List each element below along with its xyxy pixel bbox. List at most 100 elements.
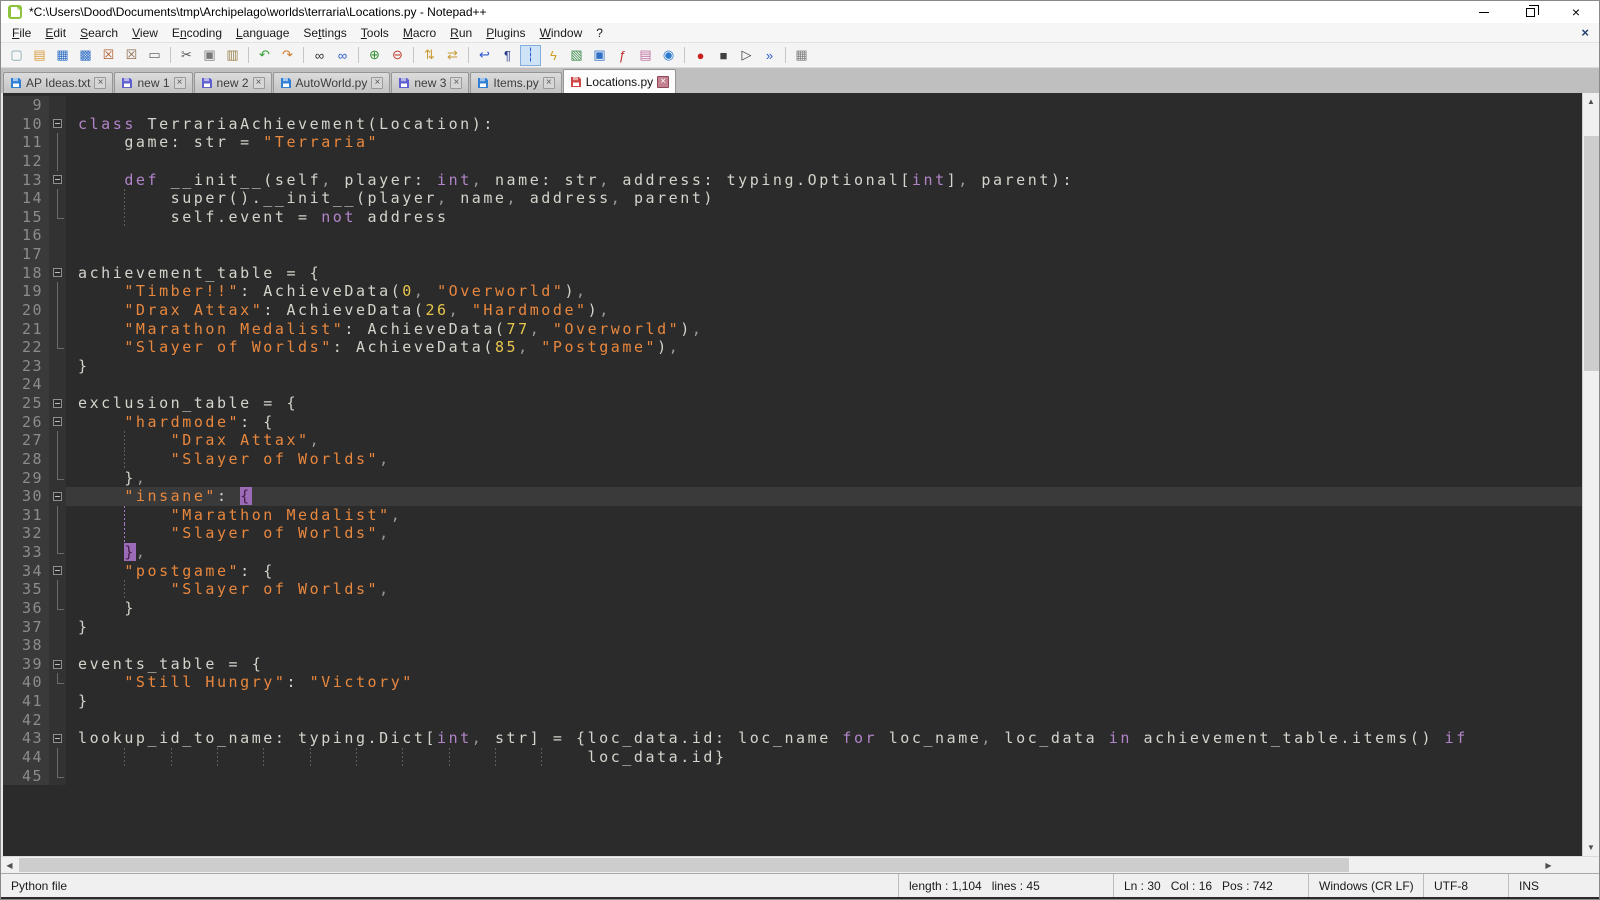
menu-settings[interactable]: Settings (296, 24, 353, 42)
code-line-37[interactable]: 37} (3, 618, 1582, 637)
menubar-close-document-icon[interactable]: × (1581, 25, 1589, 40)
save-all-icon[interactable]: ▩ (75, 45, 96, 66)
sync-vertical-scrolling-icon[interactable]: ⇅ (419, 45, 440, 66)
menu-plugins[interactable]: Plugins (479, 24, 532, 42)
code-line-12[interactable]: 12 (3, 152, 1582, 171)
code-line-31[interactable]: 31 "Marathon Medalist", (3, 506, 1582, 525)
print-icon[interactable]: ▭ (144, 45, 165, 66)
tab-close-icon[interactable]: × (450, 77, 462, 89)
open-file-icon[interactable]: ▤ (29, 45, 50, 66)
close-button[interactable]: × (1553, 1, 1599, 23)
code-line-41[interactable]: 41} (3, 692, 1582, 711)
code-line-30[interactable]: 30 "insane": { (3, 487, 1582, 506)
horizontal-scrollbar[interactable]: ◀ ▶ (1, 856, 1599, 873)
close-document-icon[interactable]: ☒ (98, 45, 119, 66)
tab-locations-py[interactable]: Locations.py× (563, 69, 676, 93)
code-line-21[interactable]: 21 "Marathon Medalist": AchieveData(77, … (3, 320, 1582, 339)
code-line-23[interactable]: 23} (3, 357, 1582, 376)
document-map-icon[interactable]: ▧ (566, 45, 587, 66)
zoom-in-icon[interactable]: ⊕ (364, 45, 385, 66)
code-line-35[interactable]: 35 "Slayer of Worlds", (3, 580, 1582, 599)
sync-horizontal-scrolling-icon[interactable]: ⇄ (442, 45, 463, 66)
code-line-39[interactable]: 39events_table = { (3, 655, 1582, 674)
copy-icon[interactable]: ▣ (199, 45, 220, 66)
horizontal-scrollbar-thumb[interactable] (19, 858, 1349, 872)
tab-ap-ideas-txt[interactable]: AP Ideas.txt× (3, 72, 113, 93)
tab-close-icon[interactable]: × (253, 77, 265, 89)
fold-toggle-icon[interactable] (53, 268, 62, 277)
scroll-right-arrow[interactable]: ▶ (1540, 857, 1557, 874)
code-line-25[interactable]: 25exclusion_table = { (3, 394, 1582, 413)
undo-icon[interactable]: ↶ (254, 45, 275, 66)
find-icon[interactable]: ∞ (309, 45, 330, 66)
tab-close-icon[interactable]: × (371, 77, 383, 89)
function-list-icon[interactable]: ƒ (612, 45, 633, 66)
code-line-32[interactable]: 32 "Slayer of Worlds", (3, 524, 1582, 543)
cut-icon[interactable]: ✂ (176, 45, 197, 66)
code-line-11[interactable]: 11 game: str = "Terraria" (3, 133, 1582, 152)
menu-tools[interactable]: Tools (354, 24, 396, 42)
scroll-down-arrow[interactable]: ▼ (1583, 839, 1599, 856)
code-area[interactable]: 910class TerrariaAchievement(Location):1… (3, 93, 1582, 856)
menu-language[interactable]: Language (229, 24, 296, 42)
code-line-28[interactable]: 28 "Slayer of Worlds", (3, 450, 1582, 469)
tab-new-3[interactable]: new 3× (391, 72, 469, 93)
code-line-42[interactable]: 42 (3, 711, 1582, 730)
code-line-10[interactable]: 10class TerrariaAchievement(Location): (3, 115, 1582, 134)
code-line-44[interactable]: 44 loc_data.id} (3, 748, 1582, 767)
vertical-scrollbar-thumb[interactable] (1584, 136, 1599, 371)
code-line-9[interactable]: 9 (3, 96, 1582, 115)
macro-stop-icon[interactable]: ■ (713, 45, 734, 66)
document-list-icon[interactable]: ▣ (589, 45, 610, 66)
code-line-16[interactable]: 16 (3, 226, 1582, 245)
menu-?[interactable]: ? (589, 24, 610, 42)
tab-close-icon[interactable]: × (174, 77, 186, 89)
code-line-40[interactable]: 40 "Still Hungry": "Victory" (3, 673, 1582, 692)
tab-close-icon[interactable]: × (657, 76, 669, 88)
redo-icon[interactable]: ↷ (277, 45, 298, 66)
fold-toggle-icon[interactable] (53, 566, 62, 575)
code-line-43[interactable]: 43lookup_id_to_name: typing.Dict[int, st… (3, 729, 1582, 748)
word-wrap-icon[interactable]: ↩ (474, 45, 495, 66)
tab-new-1[interactable]: new 1× (114, 72, 192, 93)
code-line-20[interactable]: 20 "Drax Attax": AchieveData(26, "Hardmo… (3, 301, 1582, 320)
scroll-left-arrow[interactable]: ◀ (1, 857, 18, 874)
menu-edit[interactable]: Edit (38, 24, 73, 42)
menu-view[interactable]: View (125, 24, 165, 42)
macro-play-icon[interactable]: ▷ (736, 45, 757, 66)
fold-toggle-icon[interactable] (53, 734, 62, 743)
scroll-up-arrow[interactable]: ▲ (1583, 93, 1599, 110)
macro-run-multiple-icon[interactable]: » (759, 45, 780, 66)
code-line-38[interactable]: 38 (3, 636, 1582, 655)
tab-autoworld-py[interactable]: AutoWorld.py× (273, 72, 391, 93)
menu-window[interactable]: Window (533, 24, 590, 42)
code-line-27[interactable]: 27 "Drax Attax", (3, 431, 1582, 450)
code-line-14[interactable]: 14 super().__init__(player, name, addres… (3, 189, 1582, 208)
code-line-17[interactable]: 17 (3, 245, 1582, 264)
paste-icon[interactable]: ▥ (222, 45, 243, 66)
fold-toggle-icon[interactable] (53, 399, 62, 408)
code-line-24[interactable]: 24 (3, 375, 1582, 394)
show-all-characters-icon[interactable]: ¶ (497, 45, 518, 66)
menu-run[interactable]: Run (443, 24, 479, 42)
code-line-15[interactable]: 15 self.event = not address (3, 208, 1582, 227)
fold-toggle-icon[interactable] (53, 417, 62, 426)
zoom-out-icon[interactable]: ⊖ (387, 45, 408, 66)
show-indent-guide-icon[interactable]: ┆ (520, 45, 541, 66)
fold-toggle-icon[interactable] (53, 492, 62, 501)
code-line-29[interactable]: 29 }, (3, 469, 1582, 488)
code-line-13[interactable]: 13 def __init__(self, player: int, name:… (3, 171, 1582, 190)
vertical-scrollbar[interactable]: ▲ ▼ (1582, 93, 1599, 856)
macro-record-icon[interactable]: ● (690, 45, 711, 66)
code-line-19[interactable]: 19 "Timber!!": AchieveData(0, "Overworld… (3, 282, 1582, 301)
restore-button[interactable] (1507, 1, 1553, 23)
code-line-18[interactable]: 18achievement_table = { (3, 264, 1582, 283)
code-line-26[interactable]: 26 "hardmode": { (3, 413, 1582, 432)
mime-tools-icon[interactable]: ▦ (791, 45, 812, 66)
folder-as-workspace-icon[interactable]: ▤ (635, 45, 656, 66)
code-line-45[interactable]: 45 (3, 767, 1582, 786)
tab-close-icon[interactable]: × (94, 77, 106, 89)
close-all-documents-icon[interactable]: ☒ (121, 45, 142, 66)
menu-search[interactable]: Search (73, 24, 125, 42)
code-line-36[interactable]: 36 } (3, 599, 1582, 618)
